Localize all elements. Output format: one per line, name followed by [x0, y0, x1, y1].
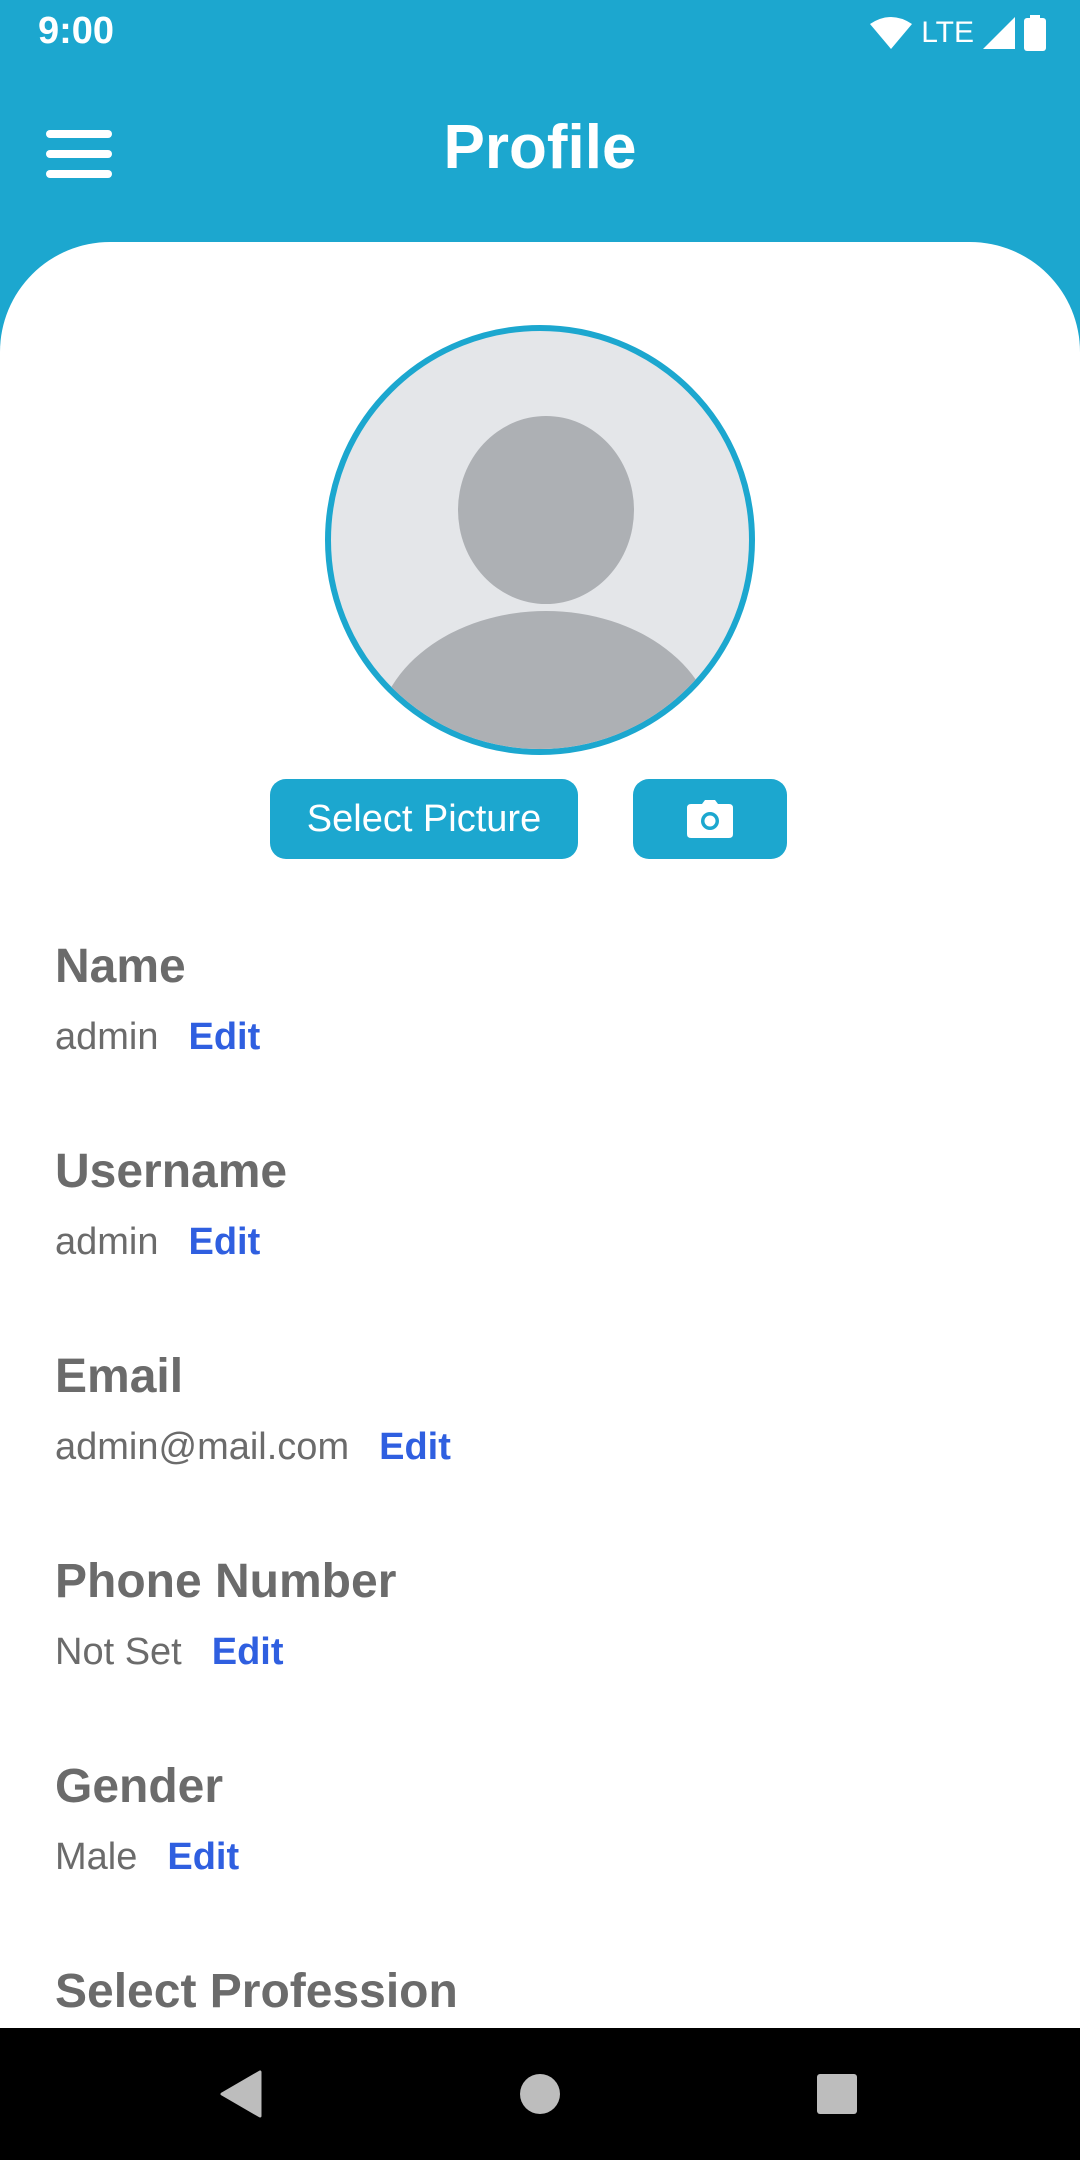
field-row: admin@mail.com Edit: [55, 1422, 451, 1472]
field-value: Male: [55, 1836, 138, 1878]
field-row: Not Set Edit: [55, 1627, 396, 1677]
camera-icon: [687, 800, 733, 838]
field-row: Male Edit: [55, 1832, 239, 1882]
field-value: admin: [55, 1016, 159, 1058]
camera-button[interactable]: [633, 779, 787, 859]
field-label: Select Profession: [55, 1965, 458, 2018]
battery-icon: [1024, 15, 1046, 51]
edit-email-link[interactable]: Edit: [379, 1422, 451, 1472]
status-icons: LTE: [869, 12, 1046, 54]
edit-phone-link[interactable]: Edit: [212, 1627, 284, 1677]
field-name: Name admin Edit: [55, 938, 260, 1062]
recents-button[interactable]: [757, 2028, 917, 2160]
field-username: Username admin Edit: [55, 1143, 287, 1267]
signal-icon: [983, 17, 1015, 49]
recents-icon: [817, 2074, 857, 2114]
app-bar: Profile: [0, 66, 1080, 242]
home-button[interactable]: [460, 2028, 620, 2160]
back-icon: [220, 2070, 262, 2118]
field-label: Phone Number: [55, 1555, 397, 1608]
select-picture-button[interactable]: Select Picture: [270, 779, 578, 859]
field-email: Email admin@mail.com Edit: [55, 1348, 451, 1472]
status-bar: 9:00 LTE: [0, 0, 1080, 66]
field-row: admin Edit: [55, 1012, 260, 1062]
field-profession: Select Profession: [55, 1963, 458, 2021]
page-title: Profile: [443, 113, 637, 182]
back-button[interactable]: [160, 2028, 320, 2160]
home-icon: [520, 2074, 560, 2114]
wifi-icon: [870, 17, 913, 49]
edit-gender-link[interactable]: Edit: [167, 1832, 239, 1882]
status-time: 9:00: [38, 10, 115, 52]
field-label: Name: [55, 940, 186, 993]
avatar: [325, 325, 755, 755]
field-value: admin: [55, 1221, 159, 1263]
field-phone-number: Phone Number Not Set Edit: [55, 1553, 396, 1677]
avatar-body: [376, 611, 716, 749]
field-value: Not Set: [55, 1631, 182, 1673]
edit-name-link[interactable]: Edit: [189, 1012, 261, 1062]
field-gender: Gender Male Edit: [55, 1758, 239, 1882]
field-label: Email: [55, 1350, 184, 1403]
edit-username-link[interactable]: Edit: [189, 1217, 261, 1267]
field-label: Username: [55, 1145, 288, 1198]
network-type: LTE: [921, 16, 974, 49]
system-nav-bar: [0, 2028, 1080, 2160]
field-value: admin@mail.com: [55, 1426, 350, 1468]
profile-content[interactable]: Select Picture Name admin Edit Username …: [0, 242, 1080, 2028]
field-label: Gender: [55, 1760, 224, 1813]
avatar-head: [458, 416, 634, 604]
field-row: admin Edit: [55, 1217, 287, 1267]
